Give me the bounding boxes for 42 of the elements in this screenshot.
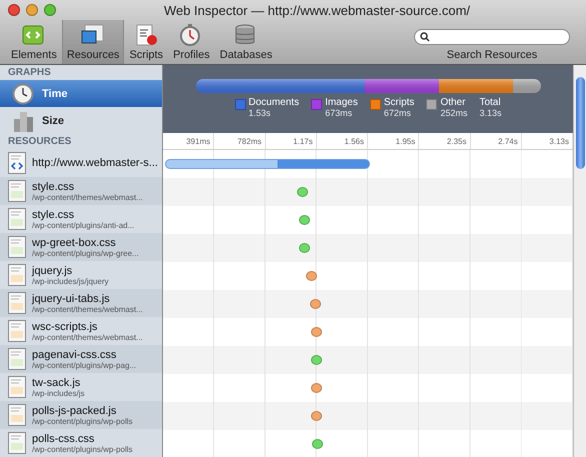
resource-name: jquery-ui-tabs.js [32,292,111,304]
tick-label: 1.95s [368,133,420,149]
resource-path: /wp-content/plugins/wp-polls [32,444,132,454]
tick-label: 782ms [214,133,266,149]
resource-name: pagenavi-css.css [32,348,118,360]
resource-path: /wp-includes/js/jquery [32,276,108,286]
total-label: Total [479,97,502,108]
resource-path: /wp-content/plugins/wp-gree... [32,248,139,258]
search-label: Search Resources [446,49,538,61]
tick-label: 2.74s [470,133,522,149]
resource-path: /wp-content/themes/webmast... [32,332,143,342]
resource-name: wsc-scripts.js [32,320,98,332]
resource-name: wp-greet-box.css [32,236,117,248]
legend-label: Documents [248,97,300,108]
legend-value: 673ms [325,108,354,118]
tick-label: 1.17s [266,133,317,149]
resource-path: /wp-content/plugins/wp-polls [32,416,132,426]
tick-label: 1.56s [316,133,368,149]
legend-value: 672ms [384,108,412,118]
resource-name: polls-js-packed.js [32,404,118,416]
resource-path: /wp-content/themes/webmast... [32,304,143,314]
tick-label: 391ms [163,133,214,149]
resource-path: /wp-content/themes/webmast... [32,192,143,202]
resource-path: /wp-includes/js [32,388,84,398]
window-title: Web Inspector — http://www.webmaster-source.com/ [162,2,472,18]
section-heading: GRAPHS [7,66,52,80]
resource-name: polls-css.css [32,432,96,444]
resource-path: /wp-content/plugins/anti-ad... [32,220,134,230]
resource-name: style.css [32,180,76,192]
resource-name: style.css [32,208,76,220]
legend-value: 1.53s [248,108,272,118]
resource-name: tw-sack.js [32,376,82,388]
resource-name: http://www.webmaster-s... [32,157,158,169]
legend-label: Images [325,97,358,108]
legend-label: Scripts [384,97,414,108]
legend-label: Other [440,97,466,108]
resource-name: jquery.js [32,264,74,276]
total-value: 3.13s [479,108,502,118]
tick-label: 2.35s [419,133,470,149]
section-heading: RESOURCES [7,135,72,149]
resource-path: /wp-content/plugins/wp-pag... [32,360,136,370]
legend-value: 252ms [440,108,468,118]
